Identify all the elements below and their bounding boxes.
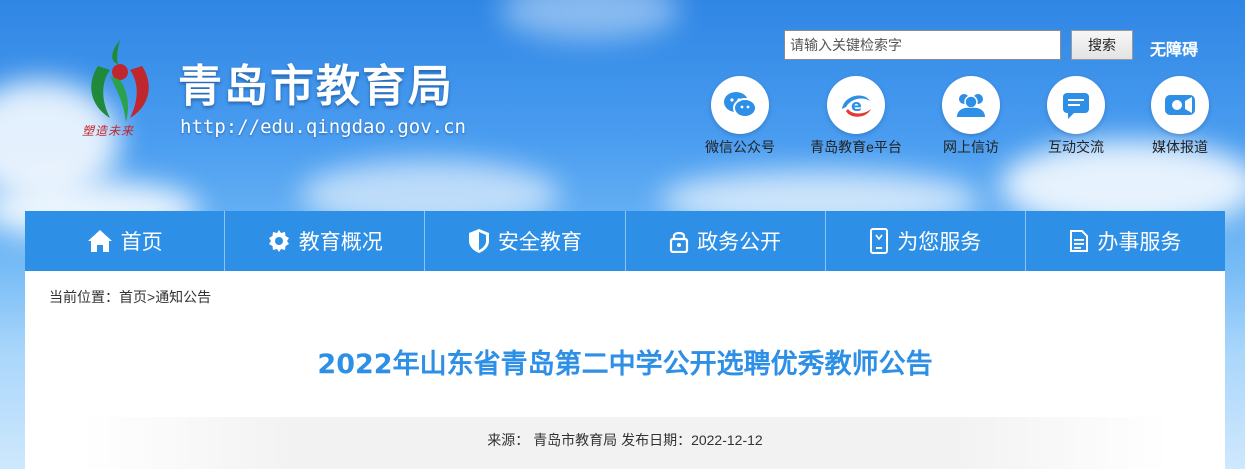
e-platform-icon: e: [842, 95, 871, 117]
chat-icon: [1063, 93, 1089, 119]
nav-item-label: 教育概况: [298, 230, 383, 254]
breadcrumb-home-link[interactable]: 首页: [119, 289, 147, 305]
document-icon: [1070, 230, 1089, 252]
breadcrumb-current-link[interactable]: 通知公告: [155, 289, 211, 305]
quick-link-circle: [1047, 76, 1105, 134]
gear-icon: [268, 230, 289, 252]
breadcrumb-separator: >: [147, 289, 156, 305]
site-title: 青岛市教育局: [178, 61, 454, 112]
nav-item-home[interactable]: 首页: [25, 211, 226, 271]
nav-item-label: 政务公开: [697, 230, 782, 254]
nav-item-label: 办事服务: [1097, 230, 1182, 254]
main-nav: 首页 教育概况 安全教育 政务公开 为您服务 办事服务: [25, 211, 1225, 271]
quick-link-label: 互动交流: [1048, 139, 1104, 155]
article-meta-band: 来源： 青岛市教育局 发布日期：2022-12-12: [81, 417, 1169, 469]
cloud-decoration: [500, 0, 680, 40]
quick-link-label: 网上信访: [943, 139, 999, 155]
article-meta: 来源： 青岛市教育局 发布日期：2022-12-12: [81, 430, 1169, 450]
article-title: 2022年山东省青岛第二中学公开选聘优秀教师公告: [317, 349, 933, 380]
quick-link-circle: [942, 76, 1000, 134]
lock-icon: [669, 231, 689, 253]
nav-item-overview[interactable]: 教育概况: [225, 211, 426, 271]
breadcrumb: 当前位置：首页>通知公告: [49, 287, 211, 307]
site-url: http://edu.qingdao.gov.cn: [180, 116, 466, 138]
nav-item-affairs-services[interactable]: 办事服务: [1026, 211, 1225, 271]
source-value: 青岛市教育局: [533, 432, 618, 448]
svg-text:e: e: [851, 96, 862, 115]
publish-date: 2022-12-12: [691, 432, 763, 448]
home-icon: [87, 230, 112, 252]
quick-link-circle: [711, 76, 769, 134]
quick-link-petition[interactable]: 网上信访: [921, 76, 1021, 157]
wechat-icon: [724, 92, 757, 118]
date-label: 发布日期：: [621, 432, 692, 448]
search-input[interactable]: [784, 30, 1061, 60]
quick-link-e-platform[interactable]: e 青岛教育e平台: [806, 76, 906, 157]
quick-link-label: 青岛教育e平台: [810, 139, 902, 155]
quick-link-media[interactable]: 媒体报道: [1130, 76, 1230, 157]
nav-item-safety[interactable]: 安全教育: [425, 211, 626, 271]
nav-item-label: 首页: [120, 230, 163, 254]
people-icon: [957, 94, 985, 117]
video-icon: [1165, 95, 1195, 115]
shield-icon: [468, 229, 489, 253]
phone-icon: [870, 228, 889, 254]
nav-item-gov-affairs[interactable]: 政务公开: [626, 211, 826, 271]
nav-item-label: 为您服务: [897, 230, 982, 254]
search-button[interactable]: 搜索: [1071, 30, 1133, 60]
quick-link-label: 媒体报道: [1152, 139, 1208, 155]
content-panel: 当前位置：首页>通知公告 2022年山东省青岛第二中学公开选聘优秀教师公告 来源…: [25, 271, 1225, 469]
logo-slogan: 塑造未来: [82, 124, 135, 138]
quick-link-interaction[interactable]: 互动交流: [1026, 76, 1126, 157]
breadcrumb-prefix: 当前位置：: [49, 289, 119, 305]
nav-item-services[interactable]: 为您服务: [826, 211, 1026, 271]
accessibility-link[interactable]: 无障碍: [1150, 36, 1198, 60]
quick-link-label: 微信公众号: [705, 139, 775, 155]
source-label: 来源：: [487, 432, 530, 448]
quick-link-circle: [1151, 76, 1209, 134]
quick-link-circle: e: [827, 76, 885, 134]
quick-link-wechat[interactable]: 微信公众号: [690, 76, 790, 157]
nav-item-label: 安全教育: [497, 230, 582, 254]
